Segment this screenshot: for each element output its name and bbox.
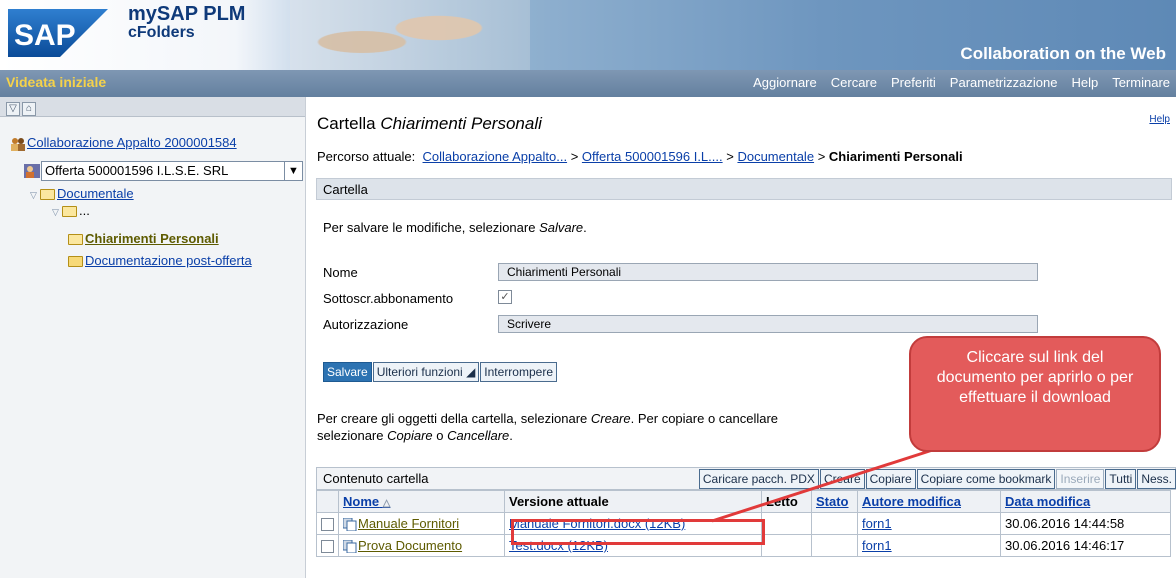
- column-header-read: Letto: [761, 490, 812, 513]
- row-checkbox[interactable]: [321, 518, 334, 532]
- tree-chiarimenti: Chiarimenti Personali: [68, 231, 219, 246]
- document-icon: [343, 518, 357, 532]
- table-toolbar-buttons: Caricare pacch. PDX Creare Copiare Copiare …: [698, 469, 1176, 489]
- create-button[interactable]: Creare: [819, 469, 865, 489]
- nav-title[interactable]: Videata iniziale: [6, 74, 106, 90]
- folder-icon: [62, 206, 77, 218]
- offer-dropdown[interactable]: Offerta 500001596 I.L.S.E. SRL ▼: [41, 161, 303, 181]
- column-header-version: Versione attuale: [504, 490, 762, 513]
- tree-offer: Offerta 500001596 I.L.S.E. SRL ▼: [24, 161, 303, 181]
- read-cell: [761, 534, 812, 557]
- collaboration-icon: [11, 137, 25, 151]
- select-all-button[interactable]: Tutti: [1105, 469, 1137, 489]
- collaboration-link[interactable]: Collaborazione Appalto 2000001584: [27, 135, 237, 150]
- nav-terminare[interactable]: Terminare: [1112, 75, 1170, 90]
- tree-post-offerta: Documentazione post-offerta: [68, 253, 252, 268]
- subscription-checkbox[interactable]: ✓: [498, 290, 512, 304]
- folder-icon: [68, 256, 83, 268]
- table-toolbar: Contenuto cartella Caricare pacch. PDX Cr…: [316, 467, 1176, 490]
- folder-chiarimenti[interactable]: Chiarimenti Personali: [85, 231, 219, 246]
- expand-icon[interactable]: ▽: [52, 207, 62, 218]
- chevron-down-icon[interactable]: ▼: [284, 162, 302, 180]
- expand-all-icon[interactable]: ⌂: [22, 102, 36, 116]
- product-name: mySAP PLM: [128, 3, 246, 25]
- sort-icon[interactable]: △: [383, 498, 391, 509]
- date-cell: 30.06.2016 14:46:17: [1000, 534, 1171, 557]
- upload-pdx-button[interactable]: Caricare pacch. PDX: [698, 469, 819, 489]
- copy-button[interactable]: Copiare: [865, 469, 916, 489]
- row-checkbox[interactable]: [321, 540, 334, 554]
- date-cell: 30.06.2016 14:44:58: [1000, 512, 1171, 535]
- breadcrumb-current: Chiarimenti Personali: [828, 149, 963, 164]
- select-column-header: [316, 490, 339, 513]
- collapse-all-icon[interactable]: ▽: [6, 102, 20, 116]
- breadcrumb-documentale[interactable]: Documentale: [737, 149, 814, 164]
- svg-text:SAP: SAP: [14, 19, 76, 52]
- info-text: Per salvare le modifiche, selezionare Sa…: [323, 220, 587, 235]
- nav-aggiornare[interactable]: Aggiornare: [753, 75, 817, 90]
- name-field[interactable]: Chiarimenti Personali: [498, 263, 1038, 281]
- authorization-label: Autorizzazione: [323, 317, 409, 332]
- highlight-box: [511, 519, 765, 545]
- column-header-status[interactable]: Stato: [811, 490, 858, 513]
- tree-collaboration: Collaborazione Appalto 2000001584: [10, 135, 237, 151]
- create-instructions: Per creare gli oggetti della cartella, s…: [317, 411, 779, 443]
- sap-logo: SAP: [8, 9, 108, 57]
- status-cell: [811, 512, 858, 535]
- breadcrumb: Percorso attuale: Collaborazione Appalto…: [317, 149, 963, 164]
- select-none-button[interactable]: Ness.: [1137, 469, 1176, 489]
- page-title: Cartella Chiarimenti Personali: [317, 114, 542, 133]
- product-subtitle: cFolders: [128, 24, 195, 41]
- top-navbar: Videata iniziale Aggiornare Cercare Pref…: [0, 70, 1176, 97]
- header-photo: [290, 0, 530, 70]
- tagline: Collaboration on the Web: [960, 44, 1166, 63]
- column-header-author[interactable]: Autore modifica: [857, 490, 1001, 513]
- save-button[interactable]: Salvare: [323, 362, 372, 382]
- insert-button[interactable]: Inserire: [1056, 469, 1105, 489]
- cancel-button[interactable]: Interrompere: [480, 362, 557, 382]
- nav-parametrizzazione[interactable]: Parametrizzazione: [950, 75, 1058, 90]
- callout-bubble: Cliccare sul link del documento per apri…: [909, 336, 1161, 452]
- tree-toolbar: ▽ ⌂: [0, 97, 305, 117]
- folder-open-icon: [68, 234, 83, 246]
- table-header-row: Nome △ Versione attuale Letto Stato Auto…: [316, 490, 1171, 513]
- author-link[interactable]: forn1: [862, 538, 892, 553]
- table-title: Contenuto cartella: [323, 471, 429, 486]
- tree-ellipsis: ▽...: [52, 203, 90, 218]
- name-label: Nome: [323, 265, 358, 280]
- folder-ellipsis: ...: [79, 203, 90, 218]
- nav-preferiti[interactable]: Preferiti: [891, 75, 936, 90]
- read-cell: [761, 512, 812, 535]
- breadcrumb-collaboration[interactable]: Collaborazione Appalto...: [423, 149, 568, 164]
- document-icon: [343, 540, 357, 554]
- author-link[interactable]: forn1: [862, 516, 892, 531]
- more-functions-button[interactable]: Ulteriori funzioni ◢: [372, 362, 480, 382]
- tree-documentale: ▽ Documentale: [30, 186, 134, 201]
- document-name-link[interactable]: Manuale Fornitori: [358, 516, 459, 531]
- folder-documentale[interactable]: Documentale: [57, 186, 134, 201]
- status-cell: [811, 534, 858, 557]
- folder-post-offerta[interactable]: Documentazione post-offerta: [85, 253, 252, 268]
- copy-bookmark-button[interactable]: Copiare come bookmark: [916, 469, 1056, 489]
- column-header-name[interactable]: Nome △: [338, 490, 505, 513]
- authorization-field[interactable]: Scrivere: [498, 315, 1038, 333]
- bidder-icon: [24, 164, 40, 178]
- section-header: Cartella: [316, 178, 1172, 200]
- folder-icon: [40, 189, 55, 201]
- nav-cercare[interactable]: Cercare: [831, 75, 877, 90]
- breadcrumb-offer[interactable]: Offerta 500001596 I.L....: [582, 149, 723, 164]
- nav-help[interactable]: Help: [1071, 75, 1098, 90]
- action-buttons: Salvare Ulteriori funzioni ◢ Interrompere: [323, 362, 558, 382]
- nav-menu: Aggiornare Cercare Preferiti Parametrizz…: [739, 75, 1170, 90]
- column-header-date[interactable]: Data modifica: [1000, 490, 1171, 513]
- navigation-tree-panel: ▽ ⌂ Collaborazione Appalto 2000001584 Off…: [0, 97, 306, 578]
- app-header: SAP mySAP PLM cFolders Collaboration on …: [0, 0, 1176, 70]
- document-name-link[interactable]: Prova Documento: [358, 538, 462, 553]
- expand-icon[interactable]: ▽: [30, 190, 40, 201]
- subscription-label: Sottoscr.abbonamento: [323, 291, 454, 306]
- help-link[interactable]: Help: [1149, 114, 1170, 125]
